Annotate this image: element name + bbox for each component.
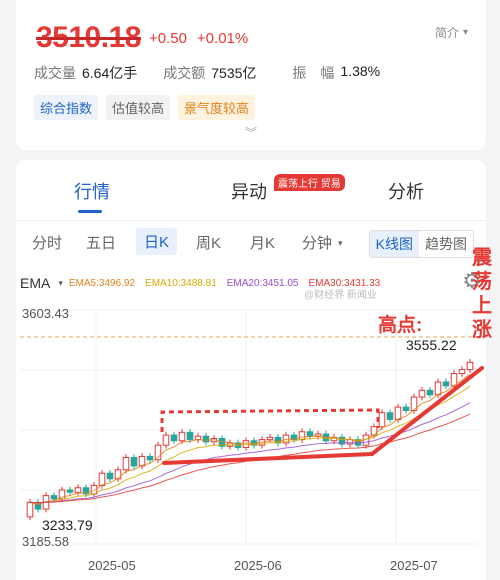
candle-body: [106, 472, 114, 480]
mode-trend[interactable]: 趋势图: [419, 231, 473, 257]
divider: [16, 220, 486, 221]
candle-body: [66, 489, 74, 493]
anomaly-badge: 震荡上行 贸易: [274, 174, 345, 191]
candle-body: [202, 435, 210, 443]
candle-body: [162, 434, 170, 446]
candle-body: [98, 472, 106, 487]
candle-body: [466, 361, 474, 371]
tag-valuation[interactable]: 估值较高: [106, 95, 171, 120]
candle-body: [178, 431, 186, 442]
price-row: 3510.18 +0.50 +0.01%: [36, 21, 249, 54]
ema-selector[interactable]: EMA: [20, 275, 50, 291]
period-tab-monthly-k[interactable]: 月K: [250, 232, 275, 253]
candle-body: [458, 369, 466, 375]
period-tab-intraday[interactable]: 分时: [32, 232, 62, 253]
y-max-label: 3603.43: [22, 306, 69, 321]
x-tick-label: 2025-05: [88, 558, 136, 573]
x-tick-label: 2025-06: [234, 558, 282, 573]
ema20-value: EMA20:3451.05: [226, 277, 299, 289]
candle-body: [146, 455, 154, 461]
tag-list: 综合指数 估值较高 景气度较高: [34, 95, 256, 120]
amplitude-label: 振 幅: [292, 65, 335, 81]
period-tab-weekly-k[interactable]: 周K: [196, 232, 221, 253]
period-tab-5day[interactable]: 五日: [86, 232, 116, 253]
candle-body: [130, 457, 138, 467]
period-tab-minute[interactable]: 分钟: [302, 232, 332, 253]
current-price: 3510.18: [36, 21, 141, 54]
intro-label: 简介: [434, 26, 459, 40]
high-annotation: 高点:: [378, 315, 423, 336]
candle-body: [298, 431, 306, 441]
chart-mode-toggle: K线图 趋势图: [368, 230, 474, 258]
minute-dropdown-icon[interactable]: ▾: [338, 238, 343, 249]
watermark: @财经界 新闻业: [304, 290, 377, 301]
price-change-pct: +0.01%: [196, 29, 249, 47]
candle-body: [442, 381, 450, 387]
tab-active-indicator: [78, 210, 102, 213]
price-change: +0.50: [148, 29, 187, 47]
y-min-label: 3185.58: [22, 534, 69, 549]
amplitude-value: 1.38%: [340, 63, 381, 79]
period-tabs: 分时 五日 日K 周K 月K 分钟 ▾ K线图 趋势图: [16, 226, 486, 260]
candle-body: [122, 457, 130, 471]
period-tab-daily-k[interactable]: 日K: [136, 228, 178, 255]
candle-body: [170, 434, 178, 442]
candle-body: [186, 431, 194, 441]
volume-label: 成交量: [34, 65, 76, 81]
tab-anomaly[interactable]: 异动: [231, 178, 267, 204]
candle-body: [402, 406, 410, 411]
candle-body: [26, 501, 34, 518]
uptrend-line: [370, 366, 484, 456]
candle-body: [426, 389, 434, 396]
tab-analysis[interactable]: 分析: [388, 178, 424, 204]
candle-body: [418, 389, 426, 398]
chevron-down-icon: ▾: [462, 27, 468, 38]
candle-body: [394, 406, 402, 420]
x-tick-label: 2025-07: [390, 558, 438, 573]
mode-kline[interactable]: K线图: [369, 231, 419, 257]
main-tabs: 行情 异动 分析 震荡上行 贸易: [16, 172, 486, 208]
candle-body: [50, 495, 58, 500]
volume-value: 6.64亿手: [82, 65, 138, 81]
kline-chart[interactable]: 3603.43 3185.58 3555.22 3233.79 2025-05 …: [16, 300, 486, 580]
tab-market[interactable]: 行情: [74, 178, 110, 204]
high-value-label: 3555.22: [406, 337, 457, 353]
candle-body: [114, 469, 122, 480]
candle-body: [386, 412, 394, 420]
candle-body: [74, 487, 82, 493]
tag-composite-index[interactable]: 综合指数: [34, 95, 99, 120]
chart-card: 行情 异动 分析 震荡上行 贸易 分时 五日 日K 周K 月K 分钟 ▾ K线图…: [16, 160, 492, 580]
low-value-label: 3233.79: [42, 517, 93, 533]
stats-row: 成交量 6.64亿手 成交额 7535亿 振 幅 1.38%: [34, 63, 406, 83]
ema5-value: EMA5:3496.92: [68, 277, 136, 289]
tag-prosperity[interactable]: 景气度较高: [178, 95, 256, 120]
intro-button[interactable]: 简介 ▾: [435, 24, 468, 41]
candle-body: [306, 431, 314, 437]
trend-annotation: 震荡上涨: [472, 247, 492, 341]
turnover-value: 7535亿: [211, 65, 257, 81]
turnover-label: 成交额: [163, 65, 206, 81]
candle-body: [266, 436, 274, 441]
support-trend-line: [162, 452, 374, 465]
ema10-value: EMA10:3488.81: [145, 277, 217, 289]
ema-dropdown-icon[interactable]: ▾: [58, 278, 63, 289]
candle-body: [378, 412, 386, 428]
resistance-dashed-box: [160, 408, 380, 432]
candle-body: [434, 381, 442, 396]
expand-chevron-icon[interactable]: ︾: [245, 124, 257, 141]
quote-card: 3510.18 +0.50 +0.01% 简介 ▾ 成交量 6.64亿手 成交额…: [16, 0, 486, 150]
